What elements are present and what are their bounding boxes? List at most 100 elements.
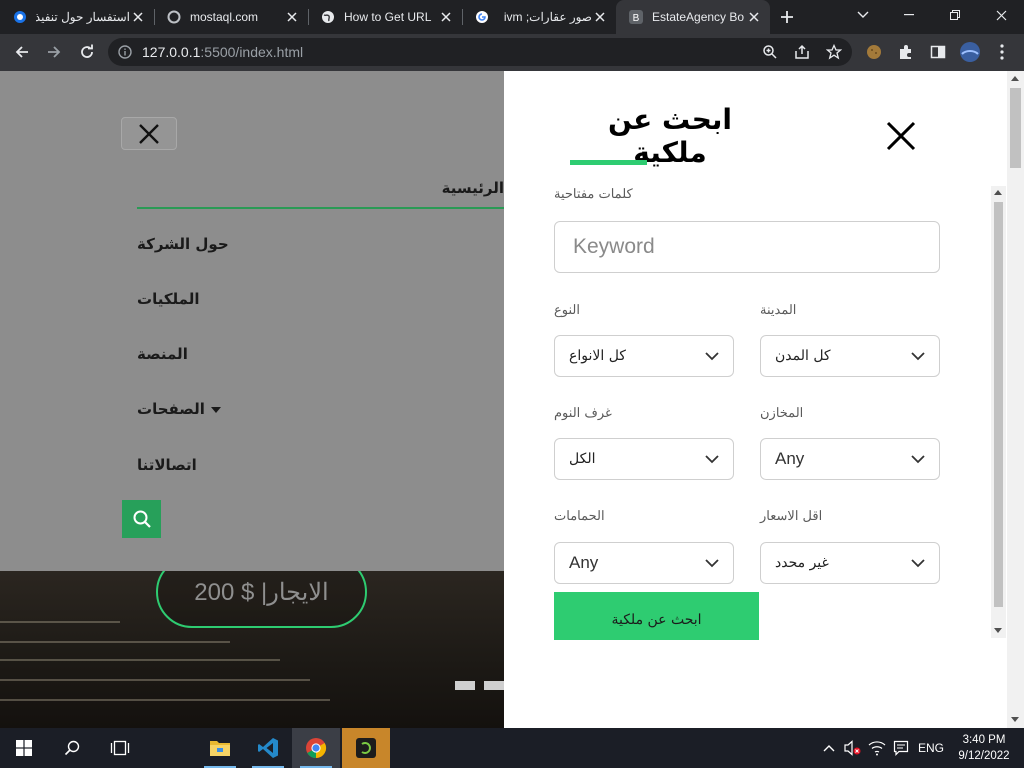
globe-icon xyxy=(320,9,336,25)
close-tab-icon[interactable] xyxy=(746,9,762,25)
nav-item-contact[interactable]: اتصالاتنا xyxy=(137,456,504,474)
browser-tab[interactable]: How to Get URL xyxy=(308,0,462,34)
bootstrap-icon: B xyxy=(628,9,644,25)
min-price-select[interactable]: غير محدد xyxy=(760,542,940,584)
more-menu-icon[interactable] xyxy=(990,40,1014,64)
side-panel-icon[interactable] xyxy=(926,40,950,64)
close-tab-icon[interactable] xyxy=(130,9,146,25)
hero-image: الايجار| $ 200 xyxy=(0,571,504,728)
close-icon xyxy=(886,121,916,151)
price-badge[interactable]: الايجار| $ 200 xyxy=(156,571,367,628)
site-info-icon[interactable] xyxy=(118,44,132,63)
show-hidden-icons-icon[interactable] xyxy=(818,728,840,768)
task-view-icon[interactable] xyxy=(96,728,144,768)
nav-close-button[interactable] xyxy=(121,117,177,150)
chevron-down-icon xyxy=(705,454,719,463)
nav-item-about[interactable]: حول الشركة xyxy=(137,235,504,253)
stair-step xyxy=(0,641,230,643)
volume-muted-icon[interactable] xyxy=(842,728,864,768)
tab-title: mostaql.com xyxy=(190,10,259,24)
type-label: النوع xyxy=(554,303,580,318)
close-window-icon[interactable] xyxy=(978,0,1024,30)
page-scrollbar[interactable] xyxy=(1007,71,1024,728)
file-explorer-icon[interactable] xyxy=(196,728,244,768)
back-icon[interactable] xyxy=(10,40,34,64)
tab-title: صور عقارات; ivm xyxy=(503,10,592,24)
forward-icon[interactable] xyxy=(42,40,66,64)
scroll-down-icon[interactable] xyxy=(994,628,1002,633)
type-select-value: كل الانواع xyxy=(569,348,626,364)
browser-tab-strip: استفسار حول تنفيذ mostaql.com How to Get… xyxy=(0,0,1024,34)
url-host: 127.0.0.1 xyxy=(142,44,201,60)
url-text: 127.0.0.1:5500/index.html xyxy=(142,44,303,60)
nav-item-properties[interactable]: الملكيات xyxy=(137,290,504,308)
scroll-down-icon[interactable] xyxy=(1011,717,1019,722)
carousel-dot[interactable] xyxy=(455,681,475,690)
scrollbar-thumb[interactable] xyxy=(1010,88,1021,168)
browser-tab[interactable]: استفسار حول تنفيذ xyxy=(0,0,154,34)
nav-search-button[interactable] xyxy=(122,500,161,538)
search-property-button[interactable]: ابحث عن ملكية xyxy=(554,592,759,640)
extensions-puzzle-icon[interactable] xyxy=(894,40,918,64)
garages-label: المخازن xyxy=(760,406,804,421)
close-tab-icon[interactable] xyxy=(284,9,300,25)
search-panel-scrollbar[interactable] xyxy=(991,186,1006,638)
chrome-icon[interactable] xyxy=(292,728,340,768)
nav-item-home[interactable]: الرئيسية xyxy=(137,179,504,209)
bathrooms-select[interactable]: Any xyxy=(554,542,734,584)
keyword-label: كلمات مفتاحية xyxy=(554,187,633,202)
garages-select[interactable]: Any xyxy=(760,438,940,480)
restore-icon[interactable] xyxy=(932,0,978,30)
close-tab-icon[interactable] xyxy=(592,9,608,25)
browser-toolbar: 127.0.0.1:5500/index.html xyxy=(0,34,1024,71)
system-clock[interactable]: 3:40 PM 9/12/2022 xyxy=(950,732,1018,764)
title-underline xyxy=(570,160,647,165)
nav-item-pages[interactable]: الصفحات xyxy=(137,400,504,418)
search-icon[interactable] xyxy=(48,728,96,768)
profile-avatar[interactable] xyxy=(958,40,982,64)
bookmark-star-icon[interactable] xyxy=(825,43,843,64)
page-viewport: الايجار| $ 200 الرئيسية حول الشركة الملك… xyxy=(0,71,1024,728)
action-center-icon[interactable] xyxy=(890,728,912,768)
chevron-down-icon xyxy=(911,351,925,360)
wifi-icon[interactable] xyxy=(866,728,888,768)
reload-icon[interactable] xyxy=(75,40,99,64)
new-tab-icon[interactable] xyxy=(770,0,804,34)
stair-step xyxy=(0,679,310,681)
input-language-indicator[interactable]: ENG xyxy=(918,741,944,755)
vscode-icon[interactable] xyxy=(244,728,292,768)
nav-item-label: الرئيسية xyxy=(441,179,504,197)
extension-cookie-icon[interactable] xyxy=(862,40,886,64)
loading-icon xyxy=(166,9,182,25)
zain-app-icon[interactable] xyxy=(342,728,390,768)
browser-tab-active[interactable]: B EstateAgency Bo xyxy=(616,0,770,34)
stair-step xyxy=(0,621,120,623)
tab-search-icon[interactable] xyxy=(840,0,886,30)
scroll-up-icon[interactable] xyxy=(994,190,1002,195)
nav-item-platform[interactable]: المنصة xyxy=(137,345,504,363)
stair-step xyxy=(0,659,280,661)
windows-start-icon[interactable] xyxy=(0,728,48,768)
tab-title: EstateAgency Bo xyxy=(652,10,745,24)
browser-tab[interactable]: mostaql.com xyxy=(154,0,308,34)
browser-tab[interactable]: صور عقارات; ivm xyxy=(462,0,616,34)
share-icon[interactable] xyxy=(794,44,810,64)
address-bar[interactable]: 127.0.0.1:5500/index.html xyxy=(108,38,852,66)
city-select-value: كل المدن xyxy=(775,348,831,364)
scroll-up-icon[interactable] xyxy=(1011,76,1019,81)
minimize-icon[interactable] xyxy=(886,0,932,30)
city-select[interactable]: كل المدن xyxy=(760,335,940,377)
carousel-dot[interactable] xyxy=(484,681,504,690)
zoom-icon[interactable] xyxy=(762,44,778,64)
close-tab-icon[interactable] xyxy=(438,9,454,25)
scrollbar-thumb[interactable] xyxy=(994,202,1003,607)
keyword-input[interactable] xyxy=(554,221,940,273)
nav-item-label: حول الشركة xyxy=(137,235,229,253)
nav-item-label: الملكيات xyxy=(137,290,200,308)
windows-taskbar: ENG 3:40 PM 9/12/2022 xyxy=(0,728,1024,768)
tab-title: استفسار حول تنفيذ xyxy=(36,10,130,24)
blue-circle-icon xyxy=(12,9,28,25)
bedrooms-select[interactable]: الكل xyxy=(554,438,734,480)
close-search-button[interactable] xyxy=(884,119,918,153)
type-select[interactable]: كل الانواع xyxy=(554,335,734,377)
